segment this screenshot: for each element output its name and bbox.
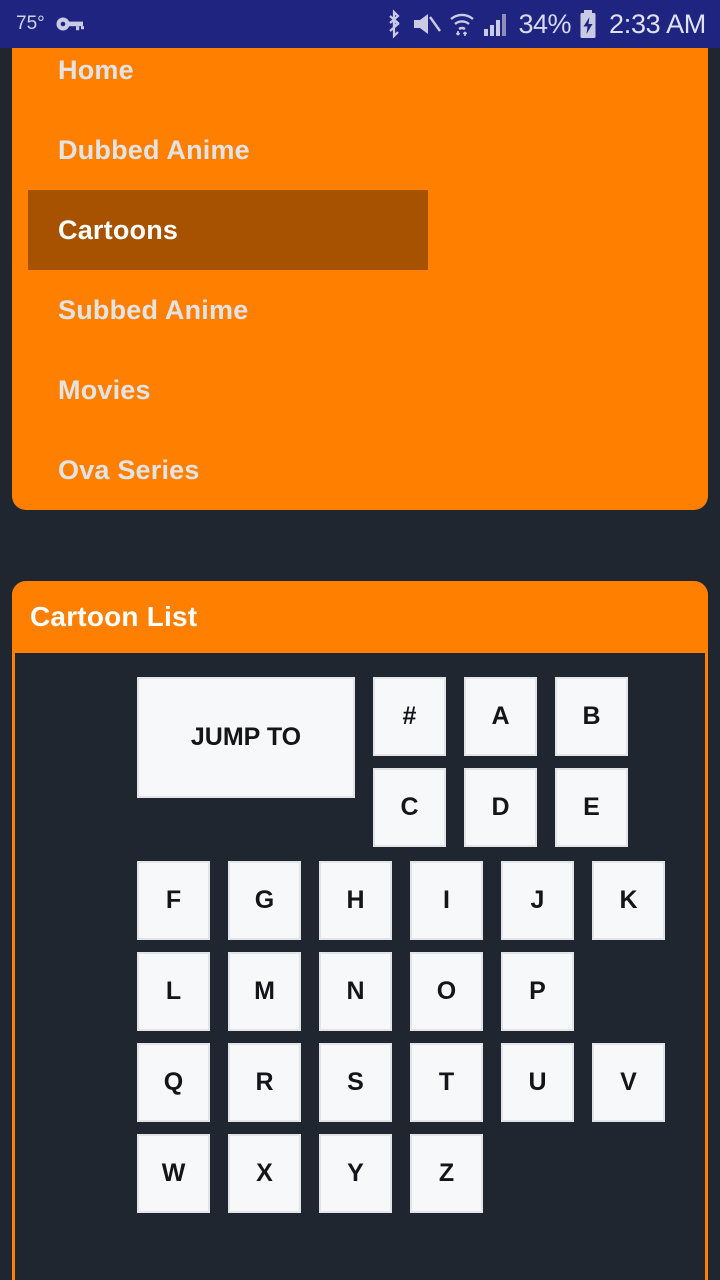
letter-button-d[interactable]: D: [464, 768, 537, 847]
letter-button-a[interactable]: A: [464, 677, 537, 756]
letter-button-j[interactable]: J: [501, 861, 574, 940]
temperature-label: 75°: [16, 13, 45, 34]
jump-to-grid: JUMP TO # A B C D E F G H I J K L M N O …: [15, 653, 705, 1213]
letter-button-v[interactable]: V: [592, 1043, 665, 1122]
letter-row-4: L M N O P: [15, 952, 705, 1031]
key-icon: [55, 14, 85, 34]
clock-label: 2:33 AM: [609, 8, 706, 39]
battery-charging-icon: [578, 9, 598, 39]
nav-item-cartoons[interactable]: Cartoons: [28, 190, 428, 270]
letter-button-f[interactable]: F: [137, 861, 210, 940]
letter-button-e[interactable]: E: [555, 768, 628, 847]
nav-item-movies[interactable]: Movies: [28, 350, 428, 430]
letter-button-g[interactable]: G: [228, 861, 301, 940]
letter-button-w[interactable]: W: [137, 1134, 210, 1213]
letter-row-5: Q R S T U V: [15, 1043, 705, 1122]
letter-button-c[interactable]: C: [373, 768, 446, 847]
letter-button-u[interactable]: U: [501, 1043, 574, 1122]
nav-item-label: Subbed Anime: [58, 294, 249, 325]
letter-button-n[interactable]: N: [319, 952, 392, 1031]
letter-row-6: W X Y Z: [15, 1134, 705, 1213]
letter-button-q[interactable]: Q: [137, 1043, 210, 1122]
battery-percent-label: 34%: [518, 8, 572, 39]
nav-item-label: Cartoons: [58, 214, 179, 245]
letter-button-hash[interactable]: #: [373, 677, 446, 756]
nav-item-label: Home: [58, 54, 134, 85]
letter-button-p[interactable]: P: [501, 952, 574, 1031]
nav-item-subbed-anime[interactable]: Subbed Anime: [28, 270, 428, 350]
letter-row-3: F G H I J K: [15, 861, 705, 940]
letter-button-x[interactable]: X: [228, 1134, 301, 1213]
cartoon-list-body: JUMP TO # A B C D E F G H I J K L M N O …: [15, 653, 705, 1277]
cartoon-list-header: Cartoon List: [12, 581, 708, 653]
page-title: Cartoon List: [30, 601, 198, 632]
nav-item-home[interactable]: Home: [28, 48, 428, 110]
cellular-signal-icon: [483, 11, 511, 37]
nav-panel: Home Dubbed Anime Cartoons Subbed Anime …: [12, 48, 708, 510]
letter-button-h[interactable]: H: [319, 861, 392, 940]
bluetooth-icon: [384, 9, 404, 39]
letter-button-r[interactable]: R: [228, 1043, 301, 1122]
letter-row-1: # A B: [373, 677, 628, 756]
letter-button-m[interactable]: M: [228, 952, 301, 1031]
letter-button-k[interactable]: K: [592, 861, 665, 940]
letter-button-s[interactable]: S: [319, 1043, 392, 1122]
jump-to-first-letters: # A B C D E: [373, 677, 628, 847]
letter-button-l[interactable]: L: [137, 952, 210, 1031]
letter-button-b[interactable]: B: [555, 677, 628, 756]
letter-button-t[interactable]: T: [410, 1043, 483, 1122]
nav-item-ova-series[interactable]: Ova Series: [28, 430, 428, 510]
nav-item-dubbed-anime[interactable]: Dubbed Anime: [28, 110, 428, 190]
letter-button-z[interactable]: Z: [410, 1134, 483, 1213]
letter-button-o[interactable]: O: [410, 952, 483, 1031]
status-bar: 75° 34% 2:33 AM: [0, 0, 720, 48]
wifi-icon: [448, 10, 476, 38]
letter-row-2: C D E: [373, 768, 628, 847]
nav-item-label: Ova Series: [58, 454, 200, 485]
page-content: Home Dubbed Anime Cartoons Subbed Anime …: [0, 48, 720, 1280]
letter-button-y[interactable]: Y: [319, 1134, 392, 1213]
volume-mute-icon: [411, 10, 442, 38]
nav-item-label: Dubbed Anime: [58, 134, 250, 165]
cartoon-list-card: Cartoon List JUMP TO # A B C D E F G H I…: [12, 581, 708, 1280]
status-bar-right: 34% 2:33 AM: [384, 9, 706, 40]
jump-to-button[interactable]: JUMP TO: [137, 677, 355, 798]
letter-button-i[interactable]: I: [410, 861, 483, 940]
nav-item-label: Movies: [58, 374, 151, 405]
jump-to-top-section: JUMP TO # A B C D E: [15, 677, 705, 847]
status-bar-left: 75°: [16, 13, 85, 35]
